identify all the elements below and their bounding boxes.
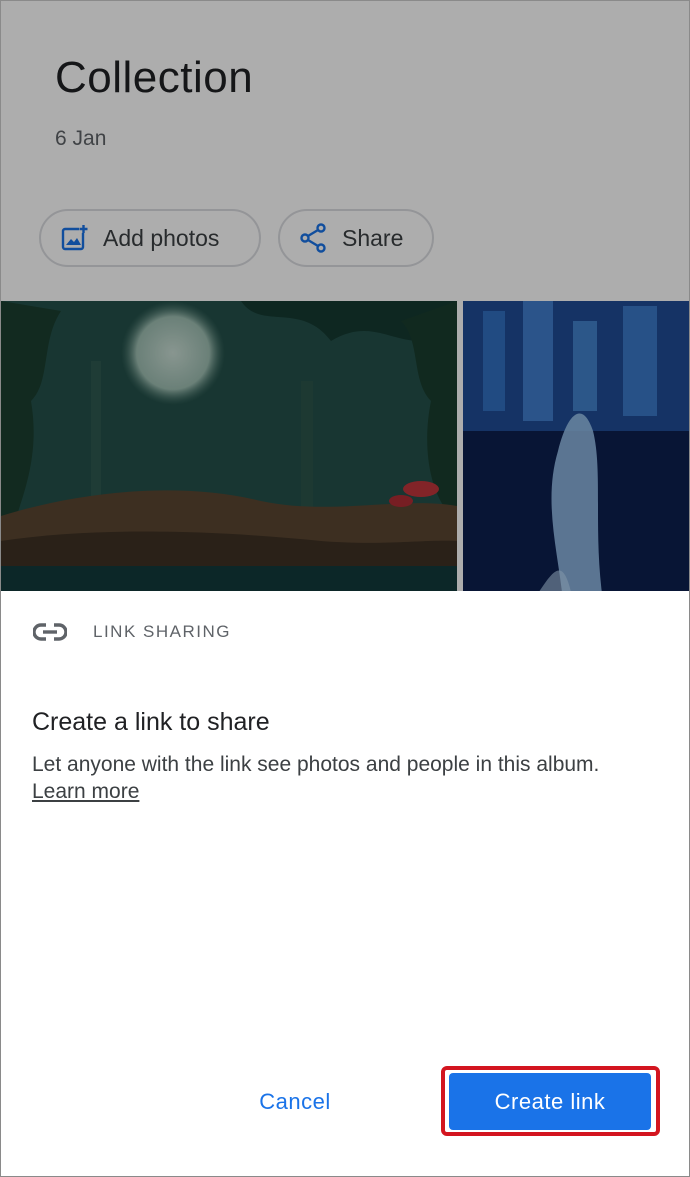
link-icon (33, 621, 67, 643)
sheet-header: LINK SHARING (33, 621, 231, 643)
sheet-title: Create a link to share (32, 708, 270, 736)
modal-scrim[interactable] (1, 1, 689, 591)
sheet-header-label: LINK SHARING (93, 622, 231, 641)
cancel-button[interactable]: Cancel (233, 1079, 357, 1125)
create-link-button[interactable]: Create link (449, 1073, 651, 1130)
sheet-description: Let anyone with the link see photos and … (32, 753, 600, 776)
screen: Collection 6 Jan Add photos Share LINK S… (0, 0, 690, 1177)
learn-more-link[interactable]: Learn more (32, 780, 139, 804)
link-sharing-sheet: LINK SHARING Create a link to share Let … (1, 591, 689, 1176)
